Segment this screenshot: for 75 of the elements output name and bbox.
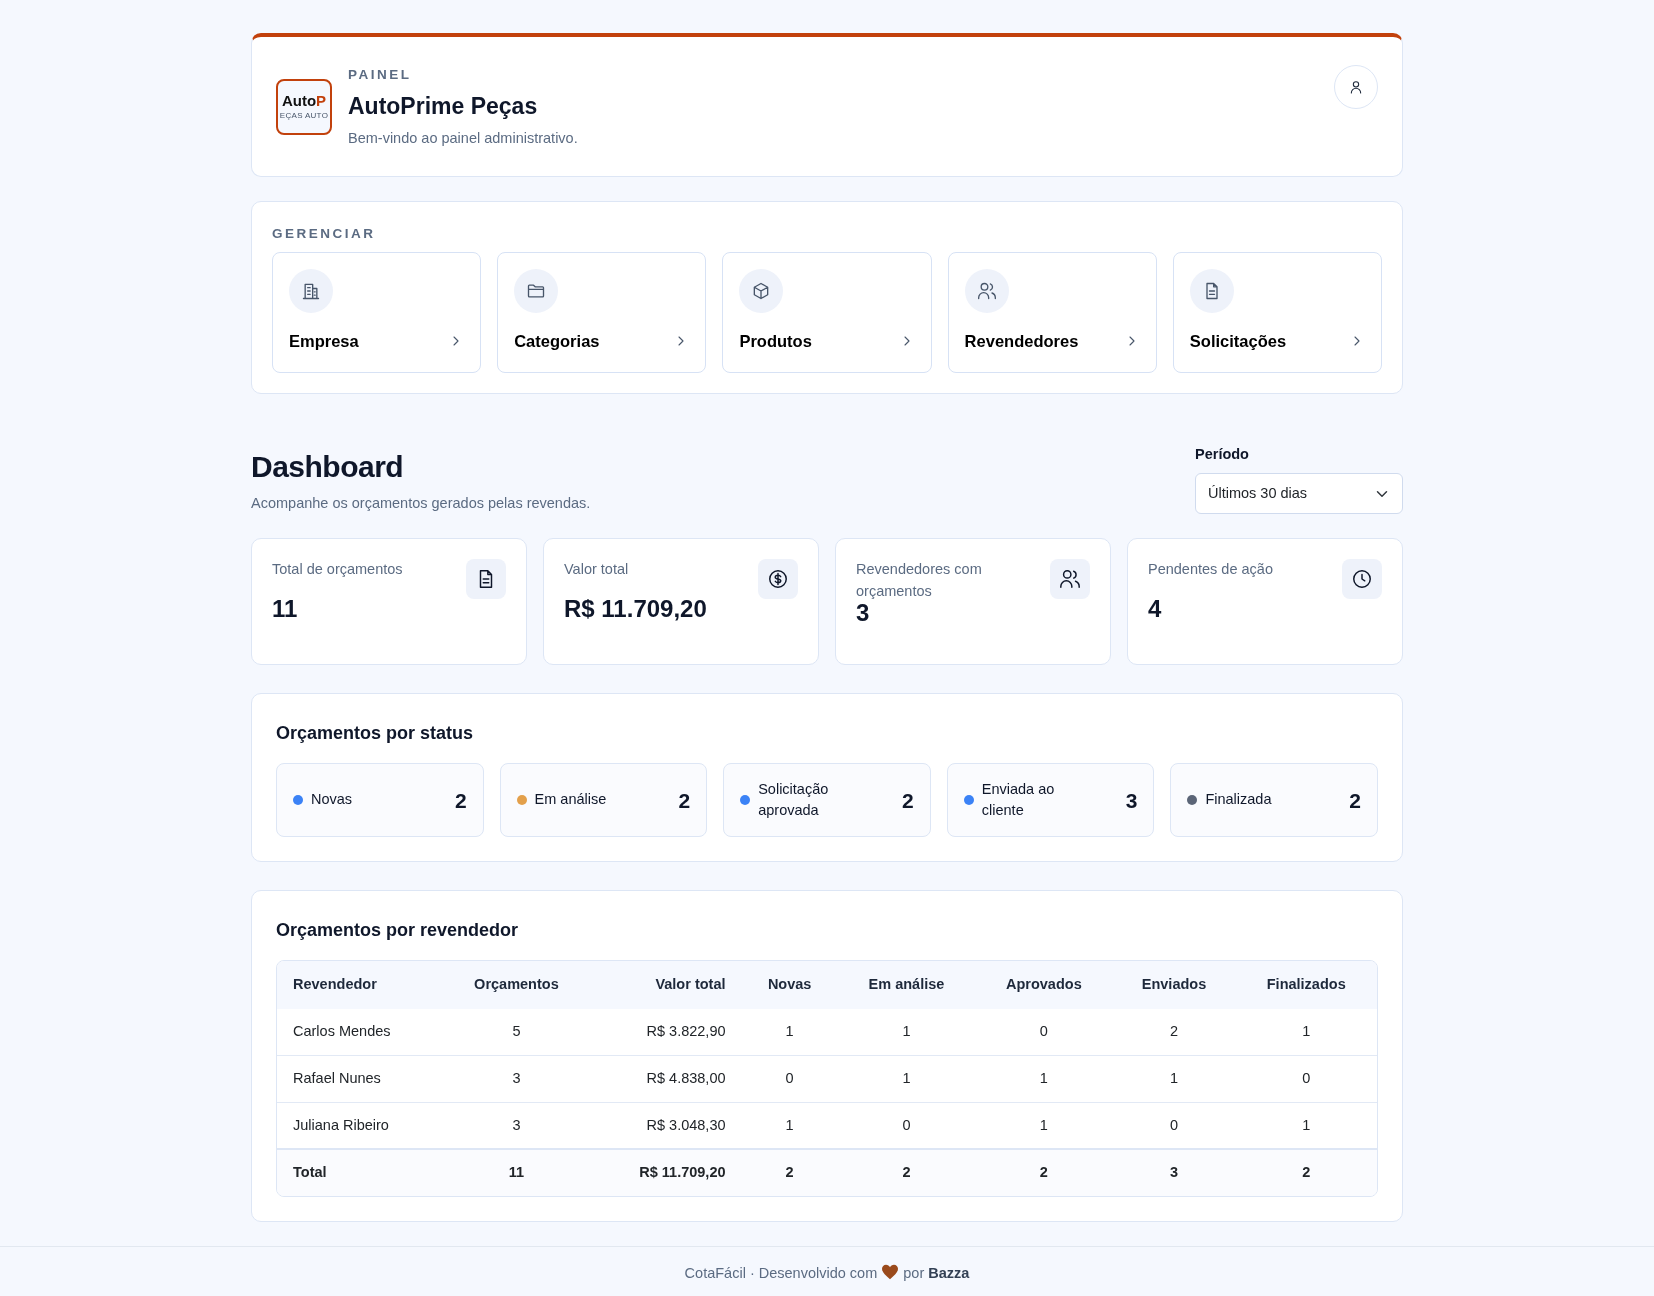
column-header: Finalizados [1235, 961, 1377, 1009]
column-header: Em análise [837, 961, 976, 1009]
stat-value: 11 [272, 594, 299, 625]
logo: AutoP EÇAS AUTO [276, 79, 332, 136]
status-label: Enviada ao cliente [981, 779, 1056, 821]
table-cell: 0 [1235, 1055, 1377, 1102]
section-title: Orçamentos por revendedor [276, 919, 520, 943]
stat-label: Revendedores com orçamentos [856, 560, 983, 601]
welcome-text: Bem-vindo ao painel administrativo. [348, 128, 579, 148]
table-cell: 1 [741, 1009, 838, 1056]
dashboard-subtitle: Acompanhe os orçamentos gerados pelas revendas. [251, 493, 591, 513]
section-title: Orçamentos por status [276, 722, 475, 746]
stat-label: Total de orçamentos [272, 560, 403, 580]
table-cell: 1 [837, 1009, 976, 1056]
eyebrow-label: PAINEL [348, 66, 413, 84]
status-count: 2 [902, 787, 914, 814]
stat-value: 4 [1148, 594, 1163, 625]
period-label: Período [1195, 444, 1250, 464]
dashboard-title: Dashboard [251, 448, 405, 485]
table-cell: 1 [1112, 1055, 1236, 1102]
table-cell: R$ 4.838,00 [590, 1055, 742, 1102]
status-count: 2 [678, 787, 691, 814]
status-count: 2 [1349, 787, 1361, 814]
manage-tile[interactable]: Empresa [272, 251, 482, 373]
column-header: Novas [741, 961, 838, 1009]
table-cell: Rafael Nunes [277, 1055, 443, 1102]
manage-tile[interactable]: Revendedores [947, 251, 1157, 373]
column-header: Valor total [590, 961, 742, 1009]
total-cell: 2 [741, 1149, 838, 1196]
table-cell: 0 [741, 1055, 838, 1102]
manage-tile[interactable]: Produtos [722, 251, 932, 373]
table-cell: 3 [442, 1055, 591, 1102]
table-cell: 0 [975, 1009, 1113, 1056]
table-cell: 2 [1112, 1009, 1236, 1056]
company-title: AutoPrime Peças [348, 92, 539, 122]
status-count: 2 [454, 787, 467, 814]
stat-value: R$ 11.709,20 [564, 594, 708, 625]
users-icon [976, 280, 997, 301]
stat-label: Valor total [564, 560, 629, 580]
table-cell: 1 [975, 1055, 1113, 1102]
heart-icon [881, 1264, 900, 1280]
total-cell: Total [277, 1149, 443, 1196]
user-button[interactable] [1334, 65, 1378, 109]
table-cell: Carlos Mendes [277, 1009, 443, 1056]
manage-tile[interactable]: Categorias [497, 251, 707, 373]
stat-label: Pendentes de ação [1148, 560, 1273, 580]
table-cell: 1 [1235, 1009, 1377, 1056]
total-cell: 3 [1112, 1149, 1236, 1196]
column-header: Revendedor [277, 961, 443, 1009]
total-cell: R$ 11.709,20 [590, 1149, 742, 1196]
section-label: GERENCIAR [272, 224, 377, 243]
column-header: Orçamentos [442, 961, 591, 1009]
status-label: Finalizada [1205, 790, 1272, 810]
stat-value: 3 [856, 598, 870, 628]
manage-tile[interactable]: Solicitações [1172, 251, 1382, 373]
period-select[interactable]: Últimos 30 dias [1195, 473, 1403, 515]
total-cell: 11 [442, 1149, 591, 1196]
total-cell: 2 [1235, 1149, 1377, 1196]
dollar-icon [767, 568, 789, 591]
footer-text: CotaFácil · Desenvolvido com [684, 1265, 878, 1281]
status-count: 3 [1125, 787, 1138, 814]
total-cell: 2 [975, 1149, 1113, 1196]
column-header: Aprovados [975, 961, 1113, 1009]
column-header: Enviados [1112, 961, 1236, 1009]
footer-credit: por Bazza [903, 1265, 970, 1281]
status-label: Em análise [534, 790, 607, 810]
table-cell: 1 [837, 1055, 976, 1102]
status-label: Solicitação aprovada [758, 779, 830, 821]
user-icon [1348, 79, 1364, 95]
table-cell: 5 [442, 1009, 591, 1056]
users-icon [1059, 568, 1081, 591]
table-cell: R$ 3.822,90 [590, 1009, 742, 1056]
total-cell: 2 [837, 1149, 976, 1196]
status-label: Novas [311, 790, 353, 810]
clock-icon [1351, 568, 1373, 591]
